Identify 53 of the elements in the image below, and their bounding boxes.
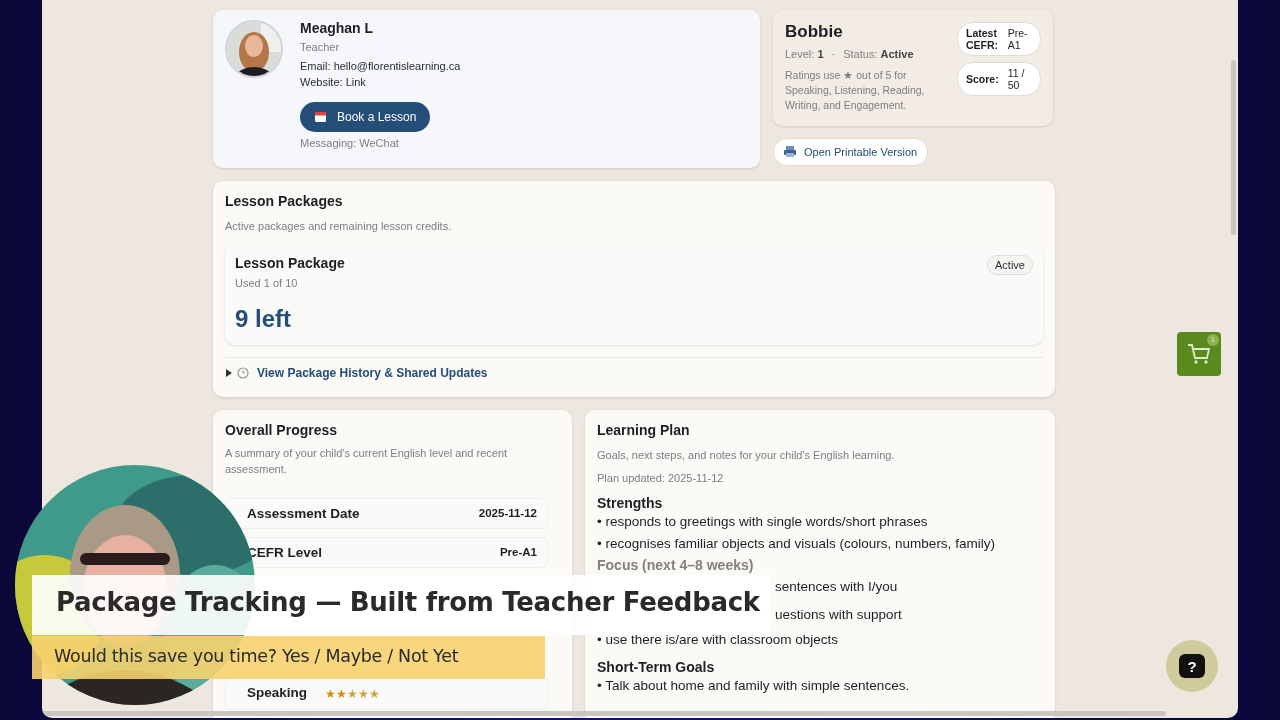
status-badge: Active xyxy=(987,254,1033,275)
ratings-note: Ratings use ★ out of 5 for Speaking, Listening, Reading, Writing, and Engagement. xyxy=(785,67,926,114)
plan-heading: Focus (next 4–8 weeks) xyxy=(597,556,754,573)
plan-item: • responds to greetings with single words/short phrases xyxy=(597,512,928,531)
email-link[interactable]: hello@florentislearning.ca xyxy=(333,59,461,72)
plan-heading: Short-Term Goals xyxy=(597,658,715,675)
star-icon: ★ xyxy=(336,686,348,701)
summary-badge: Latest CEFR: Pre-A1 xyxy=(957,22,1041,56)
caption-question: Would this save you time? Yes / Maybe / Not Yet xyxy=(32,636,545,679)
star-icon: ★ xyxy=(369,686,381,701)
printable-version-button[interactable]: Open Printable Version xyxy=(773,137,929,166)
section-subtitle: Active packages and remaining lesson credits. xyxy=(225,219,453,234)
printer-icon xyxy=(784,146,796,158)
student-status: Status: Active xyxy=(843,47,914,62)
star-icon: ★ xyxy=(358,686,370,701)
messaging-text: Messaging: WeChat xyxy=(300,135,399,151)
section-title: Overall Progress xyxy=(225,421,339,438)
row-label: Speaking xyxy=(247,685,308,701)
plan-updated-date: Plan updated: 2025-11-12 xyxy=(597,470,725,486)
remaining-count: 9 left xyxy=(235,304,291,333)
package-history-link[interactable]: View Package History & Shared Updates xyxy=(225,365,488,380)
row-value: 2025-11-12 xyxy=(478,507,537,520)
section-title: Lesson Packages xyxy=(225,193,344,209)
plan-item: uestions with support xyxy=(775,605,902,624)
teacher-role: Teacher xyxy=(300,40,340,55)
cart-count: 1 xyxy=(1207,334,1219,346)
student-level: Level: 1 xyxy=(785,47,824,62)
plan-item: • recognises familiar objects and visuals (colours, numbers, family) xyxy=(597,534,995,553)
website-text: Website: Link xyxy=(300,75,366,88)
row-label: Assessment Date xyxy=(247,505,360,521)
teacher-name: Meaghan L xyxy=(300,20,374,36)
package-usage: Used 1 of 10 xyxy=(235,275,298,291)
cart-icon xyxy=(1187,343,1211,365)
plan-heading: Strengths xyxy=(597,494,663,511)
star-icon: ★ xyxy=(325,686,337,701)
section-subtitle: A summary of your child's current English level and recent assessment. xyxy=(225,445,509,477)
disclosure-icon xyxy=(225,368,233,377)
email-text: Email: hello@florentislearning.ca xyxy=(300,59,461,72)
clock-icon xyxy=(237,366,249,379)
caption-title: Package Tracking — Built from Teacher Feedback xyxy=(32,575,770,635)
student-name: Bobbie xyxy=(785,22,843,42)
calendar-icon xyxy=(314,110,327,124)
star-icon: ★ xyxy=(347,686,359,701)
package-name: Lesson Package xyxy=(235,254,345,271)
plan-item: sentences with I/you xyxy=(775,577,898,596)
help-button[interactable]: ? xyxy=(1166,640,1218,692)
section-subtitle: Goals, next steps, and notes for your child's English learning. xyxy=(597,447,896,463)
website-link[interactable]: Link xyxy=(345,75,366,88)
book-lesson-button[interactable]: Book a Lesson xyxy=(300,101,431,132)
plan-item: • Talk about home and family with simple sentences. xyxy=(597,676,910,695)
row-value: Pre-A1 xyxy=(499,546,537,559)
separator-dot: · xyxy=(831,47,836,62)
section-title: Learning Plan xyxy=(597,421,691,438)
